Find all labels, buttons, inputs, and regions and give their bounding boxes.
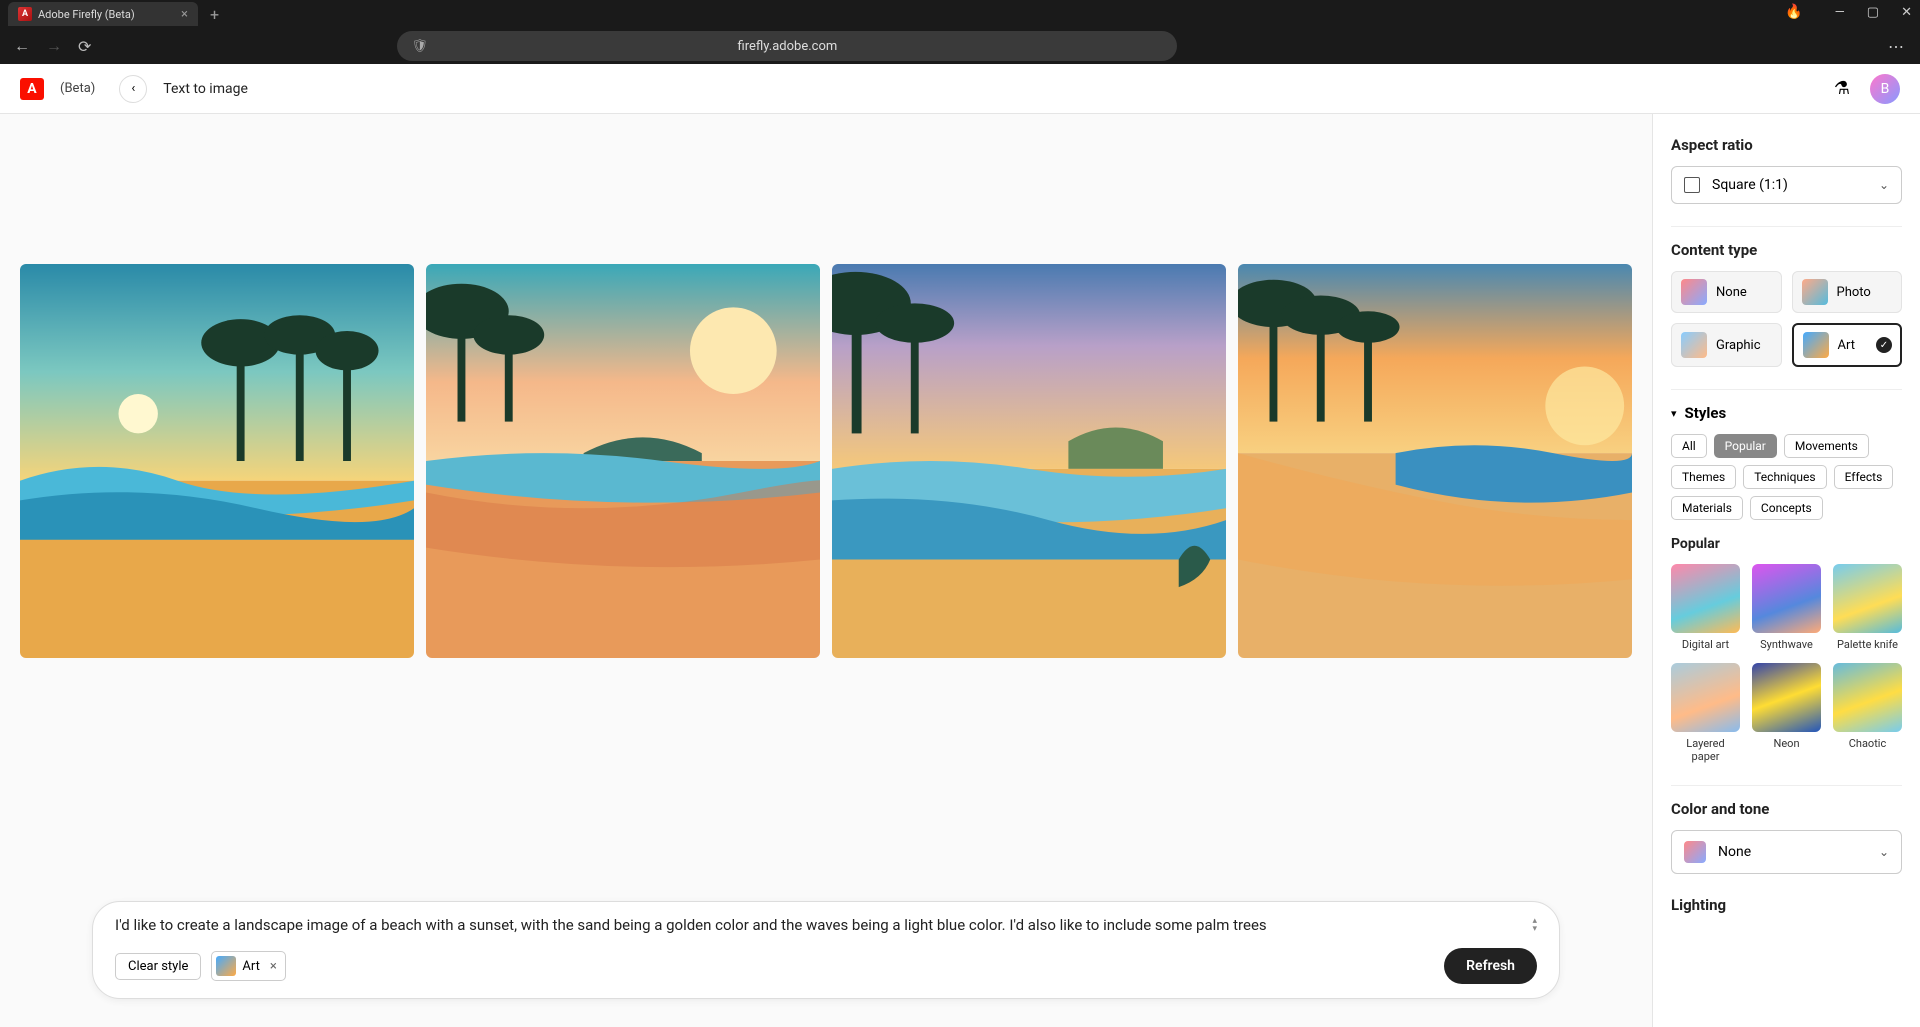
- style-tab-techniques[interactable]: Techniques: [1743, 465, 1826, 489]
- ct-label: Graphic: [1716, 338, 1761, 353]
- tab-favicon: A: [18, 7, 32, 21]
- styles-title: Styles: [1685, 404, 1727, 422]
- color-tone-title: Color and tone: [1671, 800, 1902, 818]
- ct-label: None: [1716, 285, 1747, 300]
- divider: [1671, 389, 1902, 390]
- browser-menu-button[interactable]: ⋯: [1888, 37, 1906, 56]
- styles-toggle[interactable]: ▾ Styles: [1671, 404, 1902, 422]
- photo-thumb-icon: [1802, 279, 1828, 305]
- aspect-ratio-value: Square (1:1): [1712, 177, 1788, 193]
- tab-bar: A Adobe Firefly (Beta) × +: [0, 0, 1920, 28]
- sidebar[interactable]: Aspect ratio Square (1:1) ⌄ Content type…: [1652, 114, 1920, 1027]
- page-title: Text to image: [163, 81, 248, 97]
- adobe-logo[interactable]: A: [20, 78, 44, 100]
- style-tab-concepts[interactable]: Concepts: [1750, 496, 1823, 520]
- aspect-ratio-dropdown[interactable]: Square (1:1) ⌄: [1671, 166, 1902, 204]
- ct-label: Art: [1838, 338, 1855, 353]
- graphic-thumb-icon: [1681, 332, 1707, 358]
- content-type-graphic[interactable]: Graphic: [1671, 323, 1782, 367]
- generated-image-2[interactable]: [426, 264, 820, 658]
- popular-title: Popular: [1671, 536, 1902, 552]
- style-neon[interactable]: Neon: [1752, 663, 1821, 763]
- clear-style-button[interactable]: Clear style: [115, 953, 201, 980]
- balloon-thumb-icon: [1833, 663, 1902, 732]
- reload-button[interactable]: ⟳: [78, 37, 91, 56]
- remove-style-icon[interactable]: ×: [270, 959, 277, 974]
- style-chaotic[interactable]: Chaotic: [1833, 663, 1902, 763]
- generated-image-3[interactable]: [832, 264, 1226, 658]
- new-tab-button[interactable]: +: [210, 5, 219, 24]
- close-window-button[interactable]: ✕: [1901, 5, 1912, 20]
- close-tab-icon[interactable]: ×: [181, 7, 188, 22]
- prompt-input[interactable]: I'd like to create a landscape image of …: [115, 916, 1537, 934]
- balloon-thumb-icon: [1671, 564, 1740, 633]
- content-type-title: Content type: [1671, 241, 1902, 259]
- divider: [1671, 226, 1902, 227]
- flame-icon[interactable]: 🔥: [1785, 4, 1802, 20]
- maximize-button[interactable]: ▢: [1867, 5, 1879, 20]
- square-icon: [1684, 177, 1700, 193]
- divider: [1671, 785, 1902, 786]
- beta-label: (Beta): [60, 81, 95, 96]
- style-digital-art[interactable]: Digital art: [1671, 564, 1740, 651]
- tab-title: Adobe Firefly (Beta): [38, 8, 175, 21]
- style-tab-all[interactable]: All: [1671, 434, 1707, 458]
- generated-image-1[interactable]: [20, 264, 414, 658]
- aspect-ratio-title: Aspect ratio: [1671, 136, 1902, 154]
- avatar[interactable]: B: [1870, 74, 1900, 104]
- art-thumb-icon: [216, 956, 236, 976]
- style-tab-effects[interactable]: Effects: [1834, 465, 1894, 489]
- minimize-button[interactable]: —: [1835, 5, 1845, 20]
- browser-tab[interactable]: A Adobe Firefly (Beta) ×: [8, 2, 198, 26]
- style-tab-materials[interactable]: Materials: [1671, 496, 1743, 520]
- prompt-text: I'd like to create a landscape image of …: [115, 916, 1267, 934]
- content-type-art[interactable]: Art ✓: [1792, 323, 1903, 367]
- check-icon: ✓: [1876, 337, 1892, 353]
- beaker-icon[interactable]: ⚗: [1834, 78, 1850, 99]
- ct-label: Photo: [1837, 285, 1871, 300]
- style-tab-movements[interactable]: Movements: [1784, 434, 1869, 458]
- none-thumb-icon: [1681, 279, 1707, 305]
- browser-chrome: A Adobe Firefly (Beta) × + 🔥 — ▢ ✕ ← → ⟳…: [0, 0, 1920, 64]
- style-tab-popular[interactable]: Popular: [1714, 434, 1777, 458]
- style-palette-knife[interactable]: Palette knife: [1833, 564, 1902, 651]
- content-type-photo[interactable]: Photo: [1792, 271, 1903, 313]
- color-tone-dropdown[interactable]: None ⌄: [1671, 830, 1902, 874]
- chevron-down-icon: ⌄: [1879, 178, 1889, 192]
- forward-button[interactable]: →: [46, 36, 62, 56]
- content-type-none[interactable]: None: [1671, 271, 1782, 313]
- color-tone-value: None: [1718, 844, 1751, 860]
- color-thumb-icon: [1684, 841, 1706, 863]
- generated-images: [0, 264, 1652, 658]
- style-chip-art[interactable]: Art ×: [211, 951, 285, 981]
- chevron-down-icon: ⌄: [1879, 845, 1889, 859]
- url-text: firefly.adobe.com: [738, 39, 838, 54]
- balloon-thumb-icon: [1671, 663, 1740, 732]
- style-synthwave[interactable]: Synthwave: [1752, 564, 1821, 651]
- canvas-area: I'd like to create a landscape image of …: [0, 114, 1652, 1027]
- balloon-thumb-icon: [1833, 564, 1902, 633]
- balloon-thumb-icon: [1752, 663, 1821, 732]
- lighting-title: Lighting: [1671, 896, 1902, 914]
- art-thumb-icon: [1803, 332, 1829, 358]
- app-header: A (Beta) ‹ Text to image ⚗ B: [0, 64, 1920, 114]
- back-button[interactable]: ←: [14, 36, 30, 56]
- style-chip-label: Art: [242, 959, 259, 974]
- prompt-bar: I'd like to create a landscape image of …: [92, 901, 1560, 999]
- chevron-down-icon: ▾: [1671, 407, 1677, 420]
- shield-icon[interactable]: 🛡: [411, 39, 428, 54]
- url-box[interactable]: 🛡 firefly.adobe.com: [397, 31, 1177, 61]
- style-tabs: All Popular Movements Themes Techniques …: [1671, 434, 1902, 520]
- address-bar: ← → ⟳ 🛡 firefly.adobe.com ⋯: [0, 28, 1920, 64]
- window-controls: 🔥 — ▢ ✕: [1785, 4, 1912, 20]
- balloon-thumb-icon: [1752, 564, 1821, 633]
- style-tab-themes[interactable]: Themes: [1671, 465, 1736, 489]
- header-back-button[interactable]: ‹: [119, 75, 147, 103]
- prompt-stepper[interactable]: ▴▾: [1532, 917, 1537, 933]
- refresh-button[interactable]: Refresh: [1444, 948, 1537, 984]
- generated-image-4[interactable]: [1238, 264, 1632, 658]
- style-layered-paper[interactable]: Layered paper: [1671, 663, 1740, 763]
